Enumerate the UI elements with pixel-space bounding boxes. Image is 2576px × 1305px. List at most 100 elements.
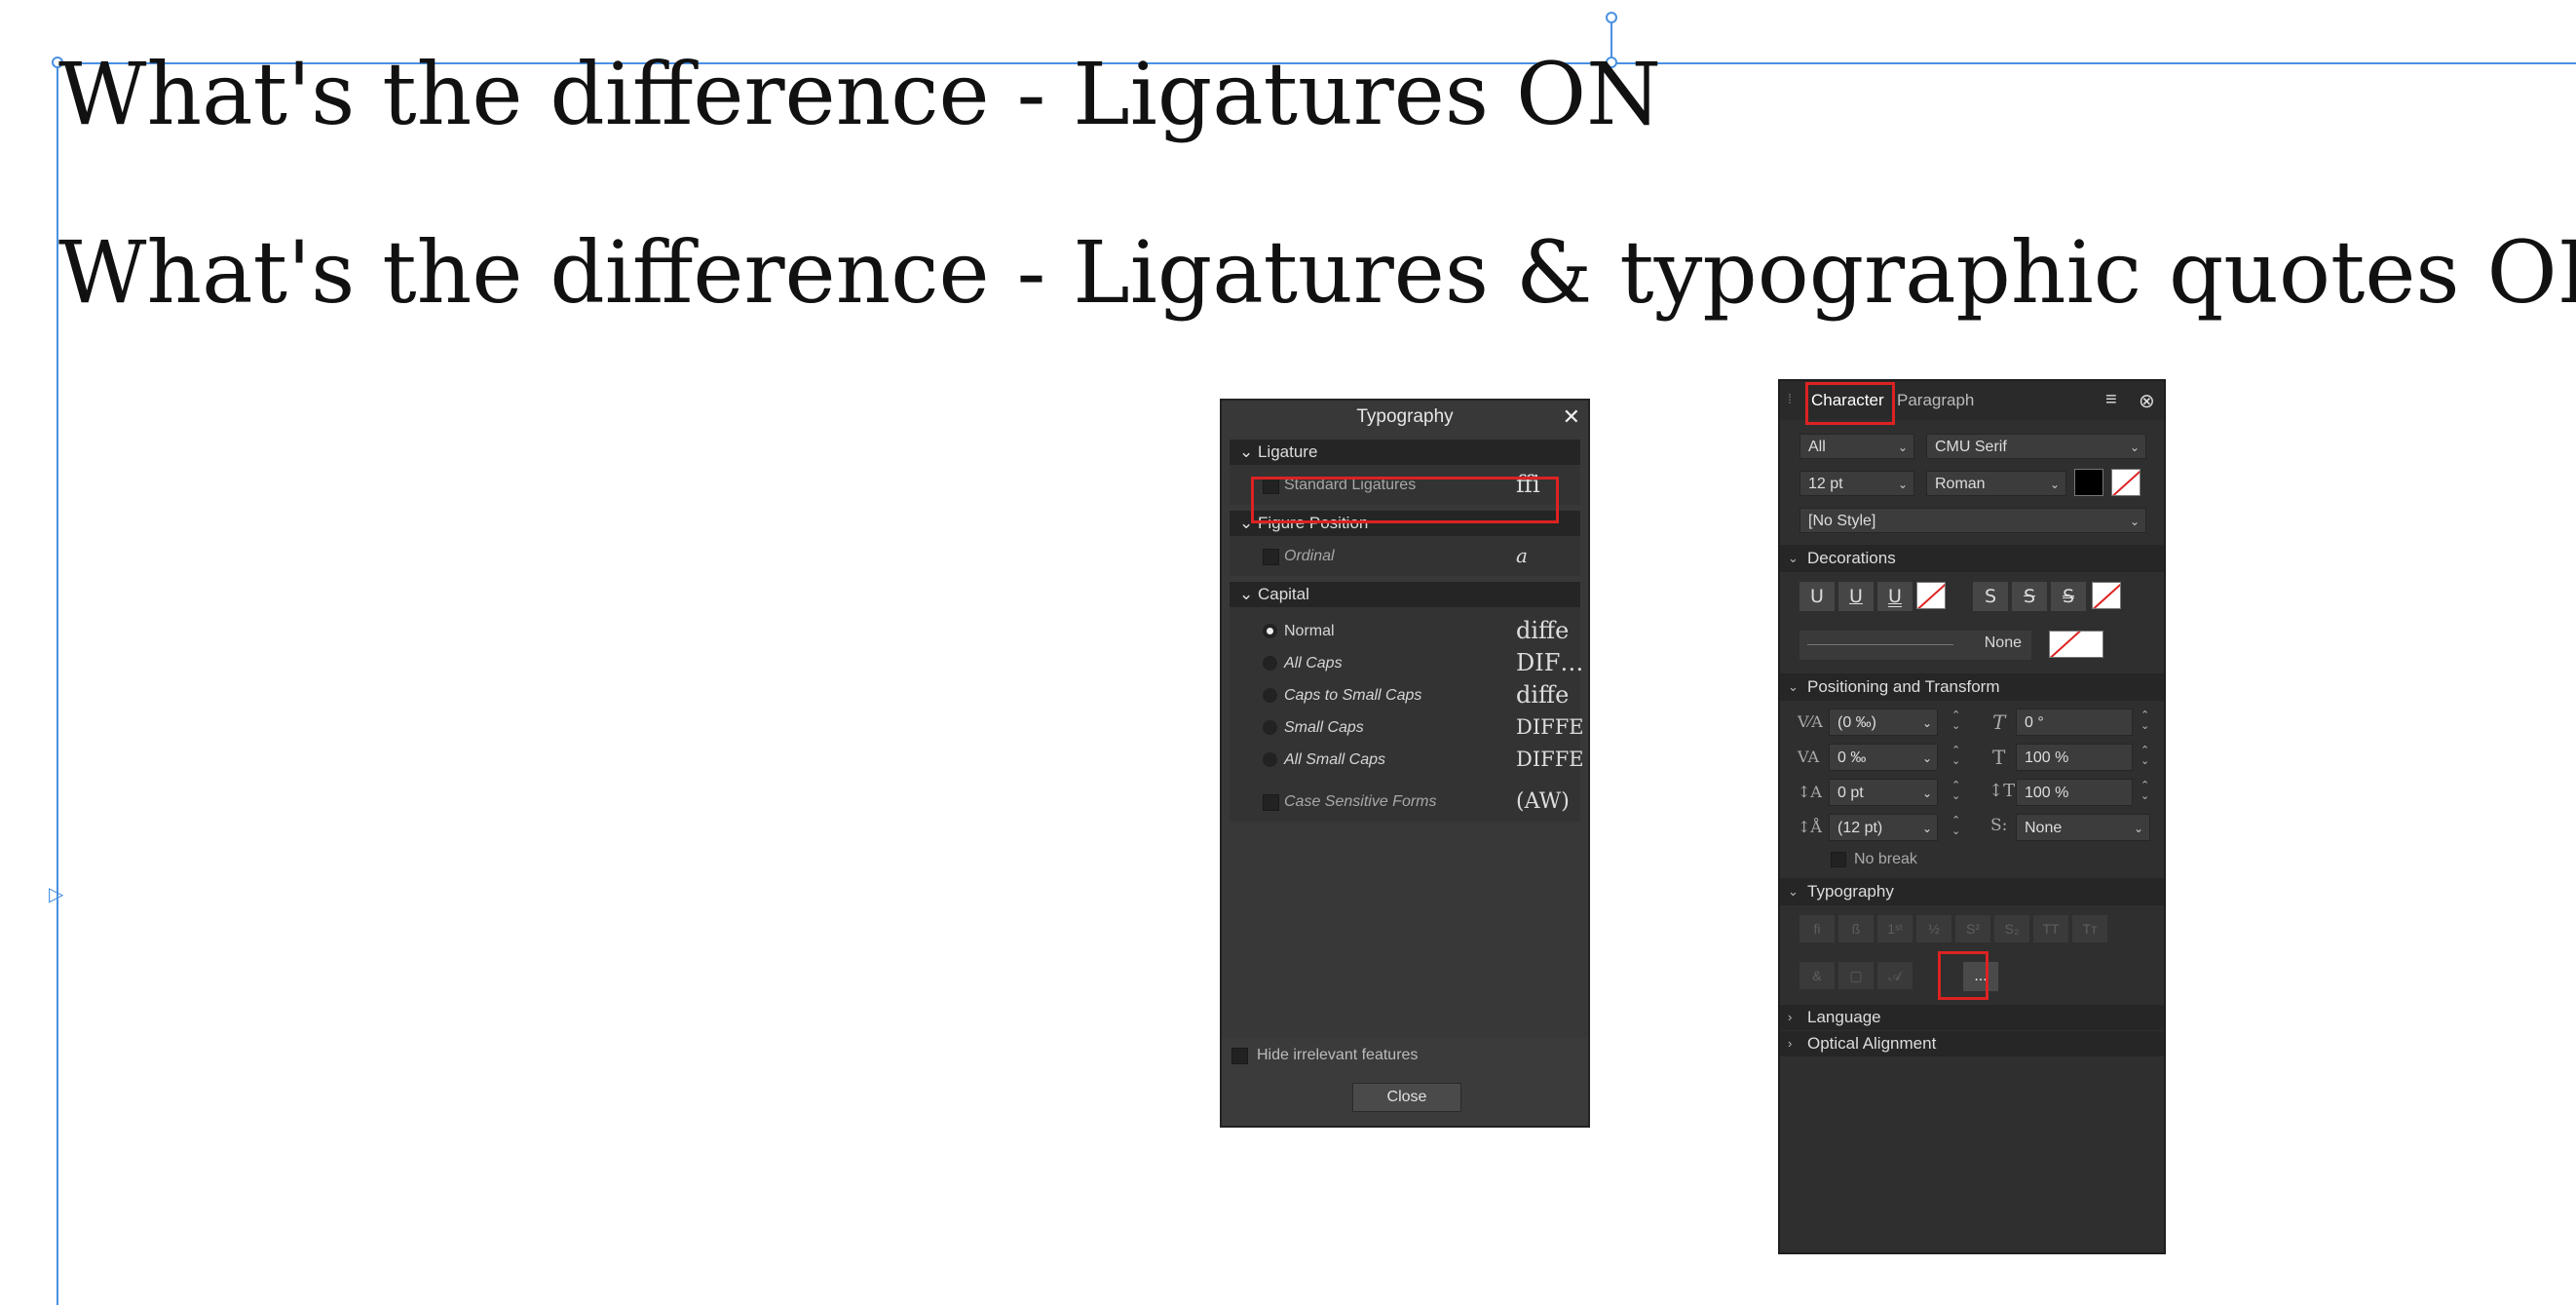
stepper-icon[interactable]: ⌃ ⌄ xyxy=(1951,781,1960,802)
close-icon[interactable]: ✕ xyxy=(1563,401,1580,434)
kerning-value: (0 ‰) xyxy=(1837,714,1876,731)
radio[interactable] xyxy=(1263,688,1277,703)
stepper-icon[interactable]: ⌃ ⌄ xyxy=(2140,746,2149,767)
strike-color-swatch[interactable] xyxy=(2092,582,2121,609)
stylistic-icon[interactable]: 𝒜 xyxy=(1877,962,1913,989)
background-color-swatch[interactable] xyxy=(2111,469,2140,496)
hide-irrelevant-toggle[interactable]: Hide irrelevant features xyxy=(1231,1046,1418,1065)
typography-toolbar-row1: fi ß 1ˢᵗ ½ S² S₂ TT Tт xyxy=(1799,915,2150,944)
radio[interactable] xyxy=(1263,624,1277,638)
all-caps-icon[interactable]: TT xyxy=(2033,915,2068,942)
underline-single-button[interactable]: U xyxy=(1838,582,1874,611)
drag-grip-icon[interactable]: ⁞ xyxy=(1788,391,1792,406)
option-caps-to-small-caps[interactable]: Caps to Small Caps diffe xyxy=(1230,679,1580,711)
shear-value: 0 ° xyxy=(2025,714,2044,731)
vertical-scale-icon: ↕T xyxy=(1989,781,2016,801)
strikethrough-button[interactable]: S xyxy=(1973,582,2008,611)
stepper-icon[interactable]: ⌃ ⌄ xyxy=(2140,781,2149,802)
chevron-down-icon: ⌄ xyxy=(1897,478,1908,491)
underline-double-button[interactable]: U xyxy=(1877,582,1913,611)
chevron-down-icon: ⌄ xyxy=(1921,822,1932,835)
option-label: Normal xyxy=(1284,623,1335,639)
option-all-caps[interactable]: All Caps DIF… xyxy=(1230,647,1583,679)
font-style-select[interactable]: Roman ⌄ xyxy=(1926,471,2066,496)
chevron-down-icon: ⌄ xyxy=(1921,751,1932,765)
character-style-select[interactable]: [No Style] ⌄ xyxy=(1799,508,2146,533)
swash-icon[interactable]: ß xyxy=(1838,915,1874,942)
section-ligature[interactable]: ⌄ Ligature xyxy=(1230,440,1580,465)
stepper-icon[interactable]: ⌃ ⌄ xyxy=(2140,710,2149,732)
baseline-field[interactable]: 0 pt ⌄ xyxy=(1829,779,1938,806)
radio[interactable] xyxy=(1263,720,1277,735)
baseline-icon: ↕A xyxy=(1798,783,1822,801)
section-decorations[interactable]: ⌄ Decorations xyxy=(1780,545,2164,572)
section-positioning-transform[interactable]: ⌄ Positioning and Transform xyxy=(1780,673,2164,701)
radio[interactable] xyxy=(1263,656,1277,671)
ligature-icon[interactable]: fi xyxy=(1799,915,1835,942)
chevron-down-icon: ⌄ xyxy=(1921,716,1932,730)
strikethrough-single-button[interactable]: S xyxy=(2012,582,2047,611)
leading-value: (12 pt) xyxy=(1837,820,1883,836)
numeric-style-icon[interactable]: & xyxy=(1799,962,1835,989)
option-all-small-caps[interactable]: All Small Caps DIFFE xyxy=(1230,744,1584,776)
checkbox[interactable] xyxy=(1263,549,1279,565)
checkbox[interactable] xyxy=(1263,794,1279,811)
close-icon[interactable]: ⊗ xyxy=(2139,389,2155,413)
vertical-scale-field[interactable]: 100 % xyxy=(2016,779,2133,806)
option-label: All Caps xyxy=(1284,655,1343,672)
alternates-icon[interactable]: ▢ xyxy=(1838,962,1874,989)
snap-icon: S: xyxy=(1990,816,2008,835)
no-break-toggle[interactable]: No break xyxy=(1831,849,1917,870)
line-color-swatch[interactable] xyxy=(2049,631,2103,658)
shear-field[interactable]: 0 ° xyxy=(2016,709,2133,736)
option-label: Small Caps xyxy=(1284,719,1364,736)
snap-select[interactable]: None ⌄ xyxy=(2016,814,2150,841)
section-capital[interactable]: ⌄ Capital xyxy=(1230,582,1580,607)
option-case-sensitive-forms[interactable]: Case Sensitive Forms (AW) xyxy=(1230,786,1580,818)
fill-color-swatch[interactable] xyxy=(2074,469,2103,496)
ordinal-icon[interactable]: 1ˢᵗ xyxy=(1877,915,1913,942)
highlight-box xyxy=(1805,382,1895,425)
font-size-value: 12 pt xyxy=(1808,476,1843,492)
stepper-icon[interactable]: ⌃ ⌄ xyxy=(1951,746,1960,767)
checkbox[interactable] xyxy=(1231,1048,1248,1064)
headline-ligatures-off[interactable]: What's the difference - Ligatures & typo… xyxy=(58,222,2576,323)
underline-color-swatch[interactable] xyxy=(1916,582,1946,609)
radio[interactable] xyxy=(1263,752,1277,767)
close-button[interactable]: Close xyxy=(1352,1083,1461,1112)
strikethrough-double-button[interactable]: S xyxy=(2051,582,2086,611)
option-label: Caps to Small Caps xyxy=(1284,687,1422,704)
leading-field[interactable]: (12 pt) ⌄ xyxy=(1829,814,1938,841)
rotation-handle[interactable] xyxy=(1606,12,1617,23)
scope-select[interactable]: All ⌄ xyxy=(1799,434,1914,459)
fraction-icon[interactable]: ½ xyxy=(1916,915,1951,942)
font-size-select[interactable]: 12 pt ⌄ xyxy=(1799,471,1914,496)
option-ordinal[interactable]: Ordinal a xyxy=(1230,540,1580,572)
tab-paragraph[interactable]: Paragraph xyxy=(1897,387,1974,414)
stepper-icon[interactable]: ⌃ ⌄ xyxy=(1951,816,1960,837)
chevron-right-icon: › xyxy=(1788,1010,1793,1024)
dialog-title: Typography ✕ xyxy=(1222,401,1588,434)
font-family-select[interactable]: CMU Serif ⌄ xyxy=(1926,434,2146,459)
option-small-caps[interactable]: Small Caps DIFFE xyxy=(1230,711,1584,744)
small-caps-icon[interactable]: Tт xyxy=(2072,915,2107,942)
kerning-field[interactable]: (0 ‰) ⌄ xyxy=(1829,709,1938,736)
tracking-field[interactable]: 0 ‰ ⌄ xyxy=(1829,744,1938,771)
horizontal-scale-field[interactable]: 100 % xyxy=(2016,744,2133,771)
menu-icon[interactable]: ≡ xyxy=(2105,389,2117,411)
stepper-icon[interactable]: ⌃ ⌄ xyxy=(1951,710,1960,732)
text-flow-marker-icon[interactable]: ▷ xyxy=(49,882,63,906)
underline-button[interactable]: U xyxy=(1799,582,1835,611)
subscript-icon[interactable]: S₂ xyxy=(1994,915,2029,942)
section-typography[interactable]: ⌄ Typography xyxy=(1780,878,2164,905)
option-normal[interactable]: Normal diffe xyxy=(1230,615,1580,647)
section-optical-alignment[interactable]: › Optical Alignment xyxy=(1780,1031,2164,1056)
checkbox[interactable] xyxy=(1831,852,1846,867)
superscript-icon[interactable]: S² xyxy=(1955,915,1990,942)
line-style-field[interactable]: None xyxy=(1799,631,2031,660)
section-language[interactable]: › Language xyxy=(1780,1005,2164,1030)
chevron-down-icon: ⌄ xyxy=(2049,478,2060,491)
section-label: Ligature xyxy=(1257,442,1318,461)
headline-ligatures-on[interactable]: What's the difference - Ligatures ON xyxy=(58,44,1661,144)
sample: (AW) xyxy=(1516,789,1570,814)
